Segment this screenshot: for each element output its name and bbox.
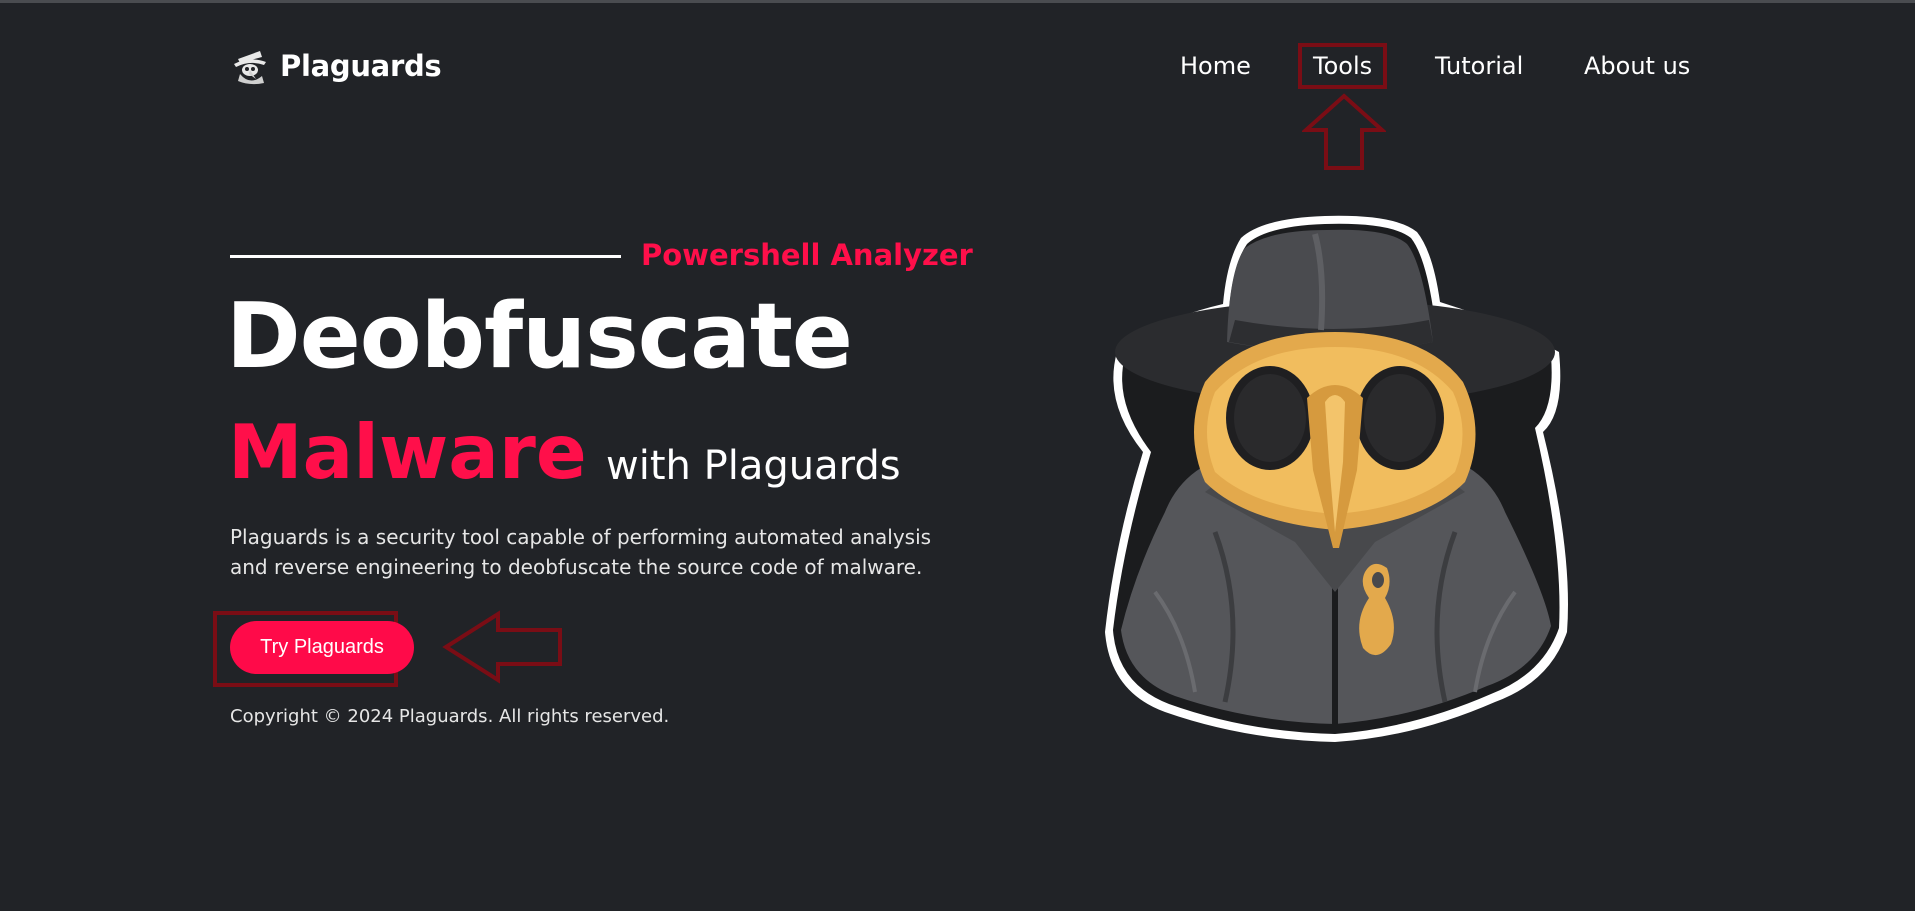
browser-top-border	[0, 0, 1915, 3]
arrow-up-outline-icon	[1302, 93, 1386, 170]
plague-doctor-mascot	[1105, 215, 1568, 743]
brand-name: Plaguards	[280, 49, 442, 83]
brand[interactable]: Plaguards	[230, 46, 442, 86]
eyebrow-text: Powershell Analyzer	[641, 238, 973, 272]
nav-link-home[interactable]: Home	[1180, 52, 1251, 80]
headline-suffix: with Plaguards	[606, 443, 901, 489]
headline-accent: Malware	[228, 408, 587, 496]
tools-highlight-box	[1298, 43, 1387, 89]
nav-link-tutorial[interactable]: Tutorial	[1435, 52, 1523, 80]
eyebrow-divider	[230, 255, 621, 258]
hero-description: Plaguards is a security tool capable of …	[230, 525, 932, 579]
arrow-left-outline-icon	[442, 610, 562, 684]
headline: Deobfuscate	[226, 284, 853, 389]
landing-page: Plaguards Home Tools Tutorial About us P…	[0, 0, 1915, 911]
nav-link-about-us[interactable]: About us	[1584, 52, 1690, 80]
plague-doctor-icon	[234, 51, 266, 85]
copyright-text: Copyright © 2024 Plaguards. All rights r…	[230, 706, 670, 727]
try-plaguards-button[interactable]: Try Plaguards	[230, 621, 414, 674]
